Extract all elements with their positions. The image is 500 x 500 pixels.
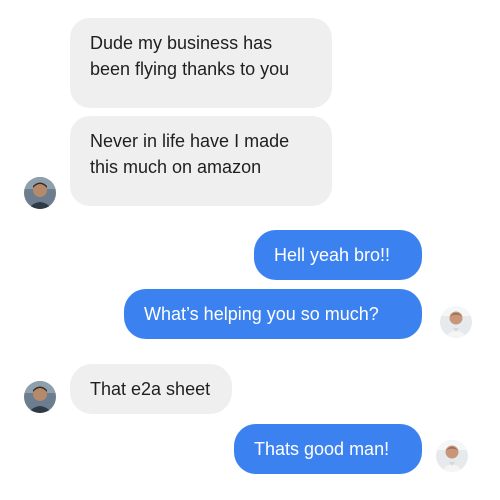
message-bubble-outgoing[interactable]: Thats good man! [234,424,422,474]
message-bubble-outgoing[interactable]: Hell yeah bro!! [254,230,422,280]
message-text: Hell yeah bro!! [274,245,391,265]
message-bubble-incoming[interactable]: Dude my business has been flying thanks … [70,18,332,108]
message-text: Never in life have I made [90,131,290,151]
message-text: Dude my business has [90,33,273,53]
contact-avatar-icon[interactable] [24,177,56,209]
user-avatar-icon[interactable] [440,306,472,338]
message-text: Thats good man! [254,439,390,459]
message-bubble-incoming[interactable]: That e2a sheet [70,364,232,414]
message-text: this much on amazon [90,157,262,177]
message-text: been flying thanks to you [90,59,290,79]
message-bubble-incoming[interactable]: Never in life have I made this much on a… [70,116,332,206]
message-text: What’s helping you so much? [144,304,379,324]
user-avatar-icon[interactable] [436,440,468,472]
message-text: That e2a sheet [90,379,211,399]
contact-avatar-icon[interactable] [24,381,56,413]
message-bubble-outgoing[interactable]: What’s helping you so much? [124,289,422,339]
